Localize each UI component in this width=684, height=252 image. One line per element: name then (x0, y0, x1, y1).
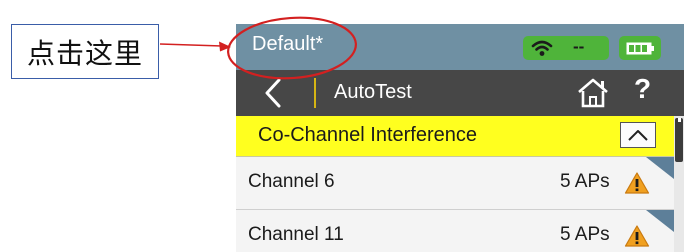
scrollbar-thumb-mark (678, 118, 681, 122)
ap-count: 5 APs (560, 171, 610, 192)
status-bar: Default* -- (236, 24, 684, 70)
home-icon (578, 78, 608, 108)
section-header[interactable]: Co-Channel Interference (236, 116, 674, 157)
wifi-status-text: -- (573, 37, 585, 56)
corner-indicator (646, 157, 674, 179)
screen-title: AutoTest (334, 81, 412, 103)
back-button[interactable] (256, 76, 290, 110)
help-button[interactable]: ? (634, 73, 651, 105)
channel-name: Channel 6 (248, 171, 335, 192)
corner-indicator (646, 210, 674, 232)
device-screen: Default* -- AutoTest ? Co-Channel Interf… (236, 24, 684, 252)
profile-name[interactable]: Default* (252, 33, 323, 56)
annotation-callout: 点击这里 (11, 24, 159, 79)
list-item[interactable]: Channel 11 5 APs (236, 210, 674, 252)
annotation-arrow (159, 43, 223, 47)
home-button[interactable] (576, 77, 610, 109)
title-bar: AutoTest ? (236, 70, 684, 116)
arrow-head-icon (219, 41, 231, 52)
collapse-button[interactable] (620, 122, 656, 148)
wifi-status-badge[interactable]: -- (523, 36, 609, 60)
chevron-up-icon (628, 130, 648, 141)
channel-name: Channel 11 (248, 224, 344, 245)
wifi-icon (531, 40, 553, 56)
section-title: Co-Channel Interference (258, 124, 478, 146)
battery-icon (626, 42, 654, 55)
battery-indicator (619, 36, 661, 60)
scrollbar[interactable] (674, 116, 684, 252)
chevron-left-icon (265, 78, 281, 108)
scrollbar-thumb[interactable] (675, 118, 683, 162)
callout-text: 点击这里 (26, 36, 143, 70)
title-divider (314, 78, 316, 108)
ap-count: 5 APs (560, 224, 610, 245)
list-item[interactable]: Channel 6 5 APs (236, 157, 674, 210)
